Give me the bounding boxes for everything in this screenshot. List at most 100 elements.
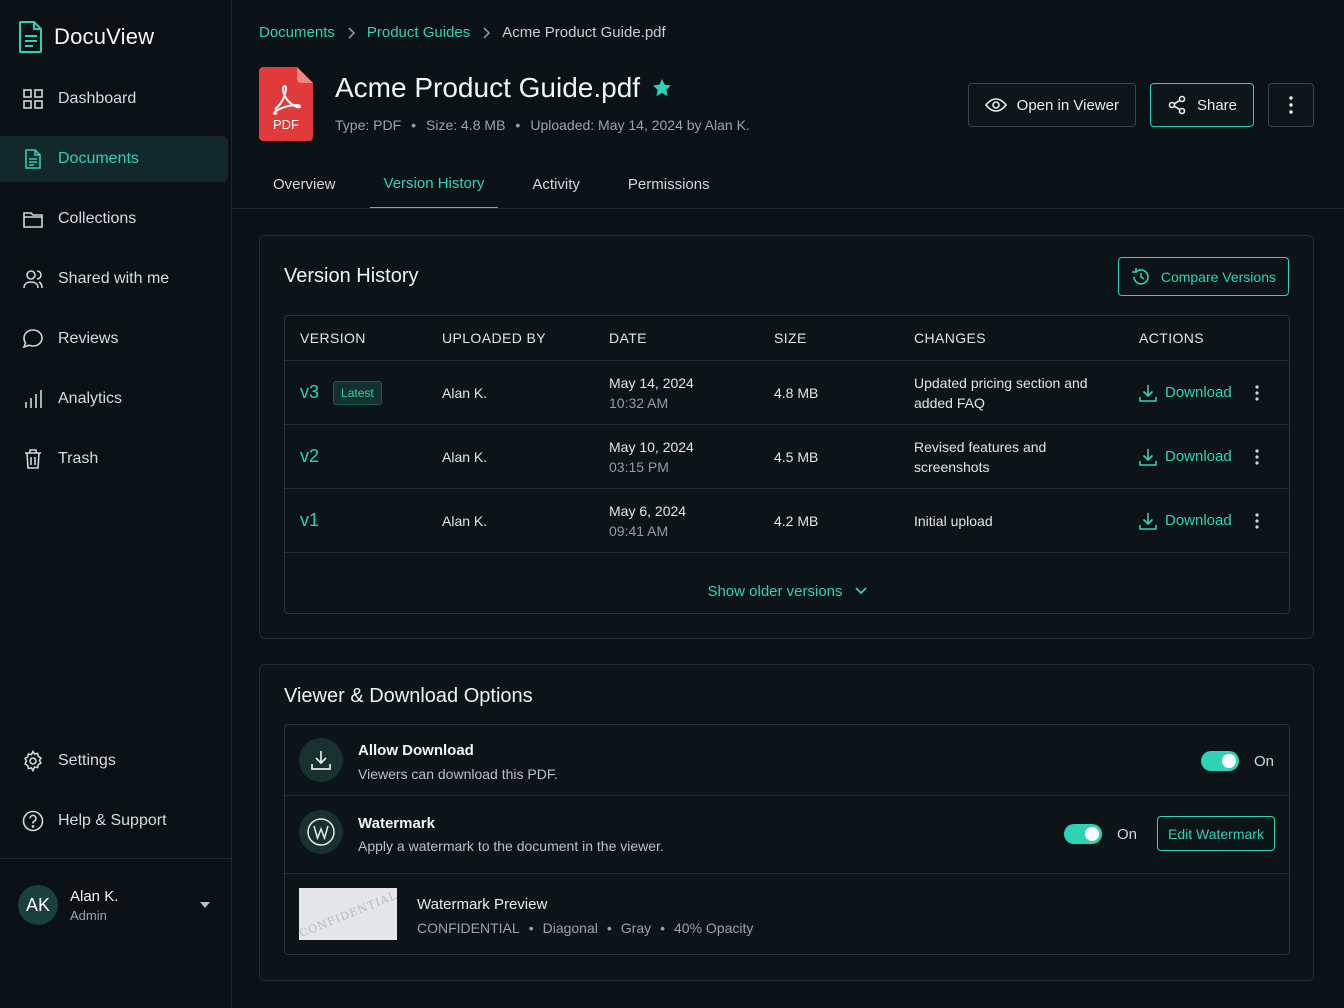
more-options-button[interactable] xyxy=(1268,83,1314,127)
version-history-card: Version History Compare Versions VERSION… xyxy=(259,235,1314,639)
show-older-label: Show older versions xyxy=(707,582,843,600)
version-number[interactable]: v3 xyxy=(300,382,319,403)
viewer-options-card: Viewer & Download Options Allow Download… xyxy=(259,664,1314,981)
download-label: Download xyxy=(1165,448,1232,465)
watermark-toggle[interactable] xyxy=(1064,824,1102,844)
uploaded-by: Alan K. xyxy=(442,512,488,529)
version-size: 4.8 MB xyxy=(774,384,819,401)
changes-cell: Initial upload xyxy=(914,489,1114,552)
sidebar-item-trash[interactable]: Trash xyxy=(0,436,228,482)
sidebar: DocuView Dashboard Documents Collections… xyxy=(0,0,232,1008)
sidebar-item-label: Collections xyxy=(58,210,137,227)
version-cell: v2 xyxy=(300,425,319,488)
tab-activity[interactable]: Activity xyxy=(518,160,594,209)
sidebar-item-label: Reviews xyxy=(58,330,119,347)
sidebar-item-documents[interactable]: Documents xyxy=(0,136,228,182)
version-size: 4.5 MB xyxy=(774,448,819,465)
document-icon xyxy=(25,149,41,169)
row-menu-button[interactable] xyxy=(1255,489,1259,552)
download-icon xyxy=(311,751,331,770)
allow-download-toggle[interactable] xyxy=(1201,751,1239,771)
edit-watermark-button[interactable]: Edit Watermark xyxy=(1157,816,1275,851)
row-menu-button[interactable] xyxy=(1255,361,1259,424)
sidebar-nav: Dashboard Documents Collections Shared w… xyxy=(0,76,232,496)
version-changes: Initial upload xyxy=(914,512,993,529)
sidebar-item-collections[interactable]: Collections xyxy=(0,196,228,242)
download-icon xyxy=(1139,512,1157,530)
sidebar-item-help[interactable]: Help & Support xyxy=(0,798,228,844)
kebab-menu-icon xyxy=(1255,384,1259,401)
sidebar-item-dashboard[interactable]: Dashboard xyxy=(0,76,228,122)
chevron-right-icon xyxy=(483,26,491,39)
version-cell-inner: v3 Latest xyxy=(300,380,382,405)
bar-chart-icon xyxy=(25,390,42,408)
breadcrumb-documents[interactable]: Documents xyxy=(259,24,335,41)
compare-versions-button[interactable]: Compare Versions xyxy=(1117,257,1289,296)
user-menu[interactable]: AK Alan K. Admin xyxy=(18,885,218,925)
chat-icon xyxy=(22,329,43,349)
table-row[interactable]: v1 Alan K. May 6, 2024 09:41 AM 4.2 MB I… xyxy=(285,489,1289,553)
changes-cell: Updated pricing section and added FAQ xyxy=(914,361,1114,424)
version-size: 4.2 MB xyxy=(774,512,819,529)
sidebar-item-reviews[interactable]: Reviews xyxy=(0,316,228,362)
date-cell: May 10, 2024 03:15 PM xyxy=(609,425,694,488)
sidebar-item-shared[interactable]: Shared with me xyxy=(0,256,228,302)
version-date: May 14, 2024 xyxy=(609,374,694,391)
tab-overview[interactable]: Overview xyxy=(259,160,350,209)
table-row[interactable]: v3 Latest Alan K. May 14, 2024 10:32 AM … xyxy=(285,361,1289,425)
separator-dot: • xyxy=(660,920,666,936)
breadcrumb: Documents Product Guides Acme Product Gu… xyxy=(259,24,666,41)
uploaded-by: Alan K. xyxy=(442,384,488,401)
tab-version-history[interactable]: Version History xyxy=(369,160,499,209)
watermark-state: On xyxy=(1117,826,1138,843)
table-row[interactable]: v2 Alan K. May 10, 2024 03:15 PM 4.5 MB … xyxy=(285,425,1289,489)
breadcrumb-product-guides[interactable]: Product Guides xyxy=(367,24,470,41)
sidebar-item-settings[interactable]: Settings xyxy=(0,738,228,784)
gear-icon xyxy=(24,750,42,772)
version-cell: v1 xyxy=(300,489,319,552)
kebab-menu-icon xyxy=(1255,512,1259,529)
download-icon xyxy=(1139,384,1157,402)
changes-cell: Revised features and screenshots xyxy=(914,425,1114,488)
separator-dot: • xyxy=(411,117,417,133)
grid-icon xyxy=(23,89,43,109)
share-button[interactable]: Share xyxy=(1149,83,1254,127)
breadcrumb-current: Acme Product Guide.pdf xyxy=(502,24,666,41)
open-in-viewer-label: Open in Viewer xyxy=(1016,96,1119,114)
share-label: Share xyxy=(1196,96,1237,114)
version-number[interactable]: v1 xyxy=(300,510,319,531)
allow-download-desc: Viewers can download this PDF. xyxy=(358,766,558,782)
version-number[interactable]: v2 xyxy=(300,446,319,467)
star-icon[interactable] xyxy=(652,78,672,98)
download-button[interactable]: Download xyxy=(1139,448,1232,466)
sidebar-item-label: Analytics xyxy=(58,390,123,407)
tabs-divider xyxy=(232,208,1344,209)
tab-permissions[interactable]: Permissions xyxy=(614,160,724,209)
separator-dot: • xyxy=(528,920,534,936)
download-button[interactable]: Download xyxy=(1139,384,1232,402)
brand[interactable]: DocuView xyxy=(18,20,154,54)
download-button[interactable]: Download xyxy=(1139,512,1232,530)
version-time: 09:41 AM xyxy=(609,522,669,539)
uploaded-by: Alan K. xyxy=(442,448,488,465)
version-cell-inner: v2 xyxy=(300,446,319,467)
sidebar-item-label: Help & Support xyxy=(58,812,167,829)
version-time: 10:32 AM xyxy=(609,394,669,411)
user-name: Alan K. xyxy=(70,887,119,905)
versions-table: VERSION UPLOADED BY DATE SIZE CHANGES AC… xyxy=(284,315,1290,614)
download-option-icon-wrap xyxy=(299,738,343,782)
column-header: CHANGES xyxy=(914,330,987,346)
row-menu-button[interactable] xyxy=(1255,425,1259,488)
watermark-opacity: 40% Opacity xyxy=(674,920,754,936)
show-older-versions-button[interactable]: Show older versions xyxy=(285,569,1289,613)
caret-down-icon[interactable] xyxy=(200,902,210,908)
file-meta: Type: PDF • Size: 4.8 MB • Uploaded: May… xyxy=(335,117,750,133)
actions-cell: Download xyxy=(1139,489,1232,552)
sidebar-item-analytics[interactable]: Analytics xyxy=(0,376,228,422)
open-in-viewer-button[interactable]: Open in Viewer xyxy=(967,83,1136,127)
version-changes: Updated pricing section and added FAQ xyxy=(914,374,1088,411)
allow-download-title: Allow Download xyxy=(358,742,474,759)
sidebar-item-label: Shared with me xyxy=(58,270,170,287)
column-header: SIZE xyxy=(774,330,807,346)
column-header: UPLOADED BY xyxy=(442,330,546,346)
